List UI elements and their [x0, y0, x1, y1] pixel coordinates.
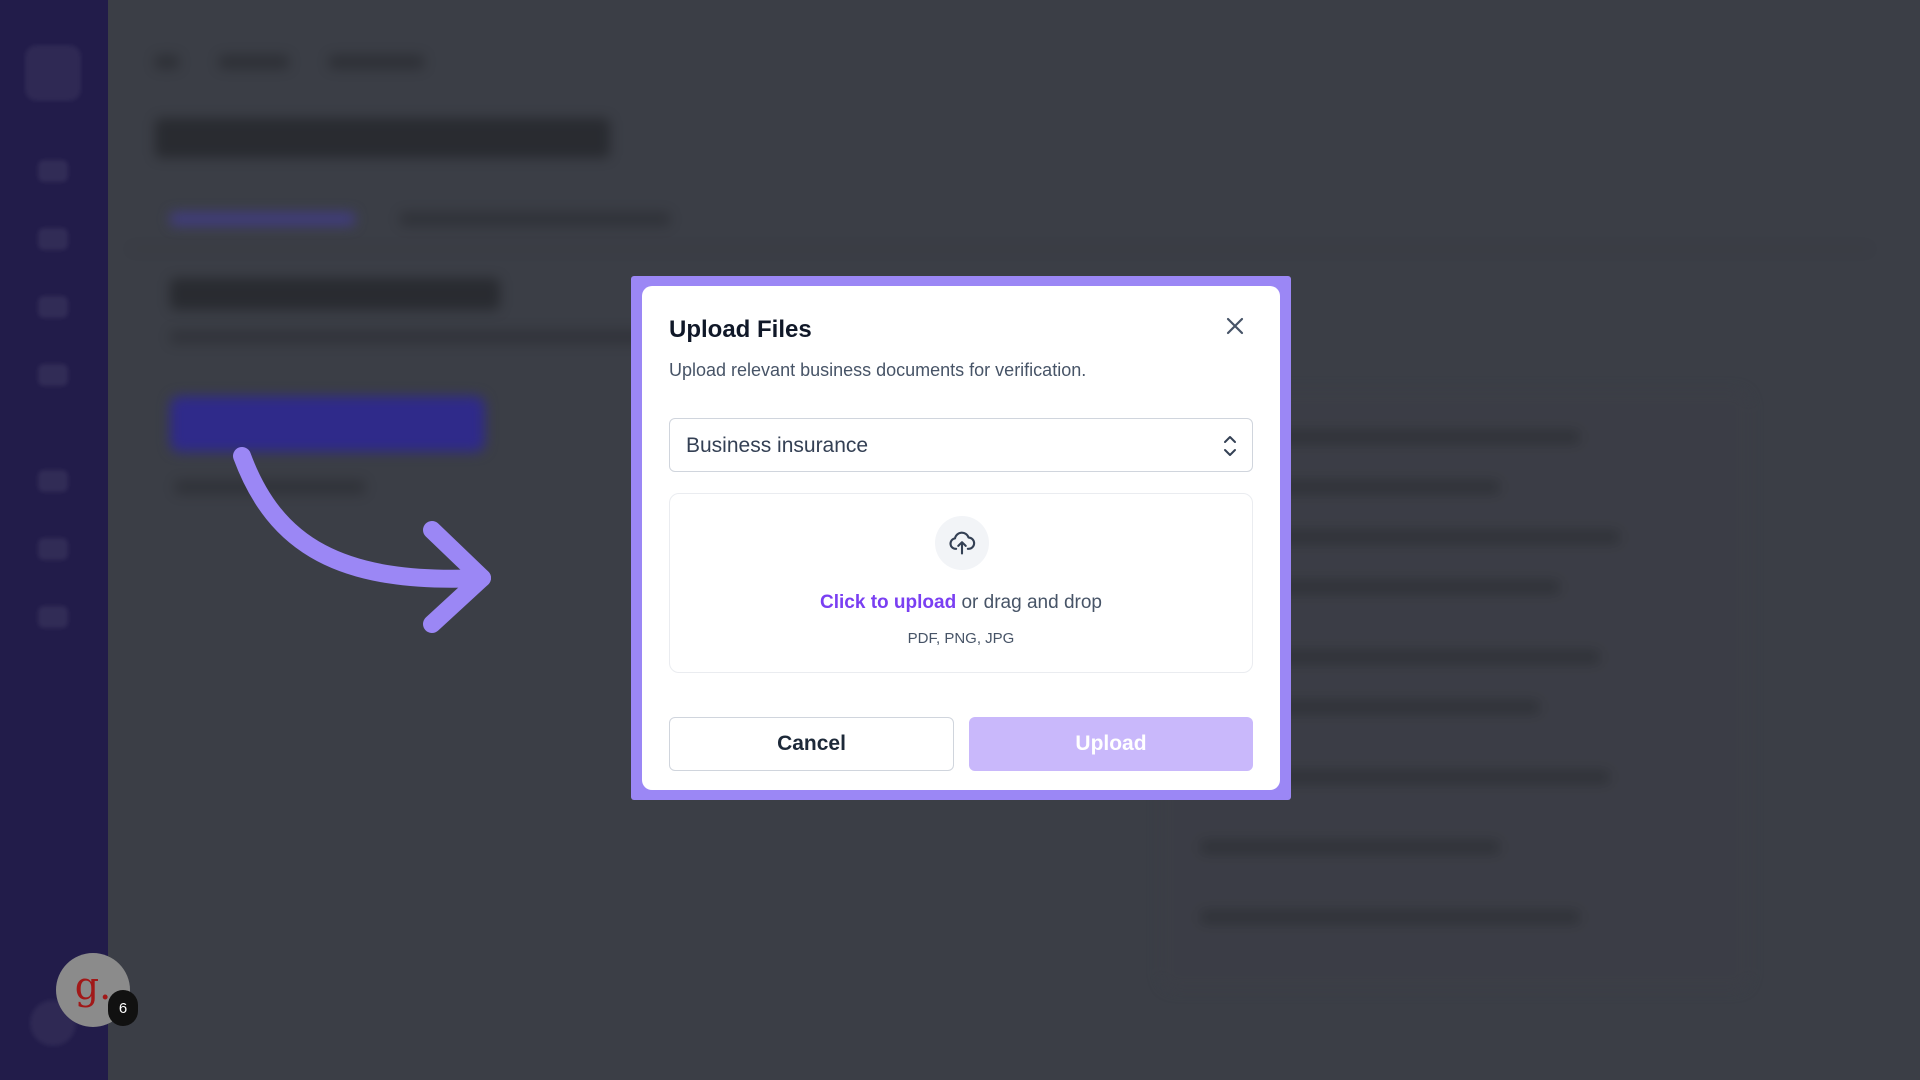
- breadcrumb: [155, 55, 475, 73]
- nav-icon: [38, 364, 68, 386]
- nav-icon: [38, 296, 68, 318]
- nav-icon: [38, 538, 68, 560]
- avatar-letter: g.: [74, 964, 112, 1008]
- dialog-description: Upload relevant business documents for v…: [669, 360, 1087, 380]
- upload-button[interactable]: Upload: [969, 717, 1253, 771]
- app-logo: [25, 45, 81, 101]
- dropzone-instruction: Click to upload or drag and drop: [670, 592, 1252, 614]
- nav-icon: [38, 228, 68, 250]
- file-dropzone[interactable]: Click to upload or drag and drop PDF, PN…: [669, 493, 1253, 673]
- page-title: [155, 118, 610, 158]
- accepted-file-types: PDF, PNG, JPG: [907, 630, 1015, 647]
- chevron-up-down-icon: [1224, 436, 1236, 456]
- page-tabs: [170, 212, 690, 228]
- close-icon: [1226, 317, 1244, 335]
- curved-arrow-icon: [233, 447, 491, 633]
- upload-files-dialog: Upload Files Upload relevant business do…: [642, 286, 1280, 790]
- close-button[interactable]: [1220, 311, 1250, 341]
- drag-and-drop-text: or drag and drop: [956, 592, 1102, 613]
- sidebar: [0, 0, 108, 1080]
- section-subtitle: [170, 330, 650, 344]
- nav-icon: [38, 160, 68, 182]
- dialog-title: Upload Files: [669, 316, 812, 343]
- nav-icon: [38, 606, 68, 628]
- tabs-divider: [130, 248, 1870, 250]
- cloud-upload-icon: [949, 531, 976, 555]
- click-to-upload-link[interactable]: Click to upload: [820, 592, 956, 613]
- section-title: [170, 278, 500, 310]
- nav-icon: [38, 470, 68, 492]
- document-type-select[interactable]: Business insurance: [669, 418, 1253, 472]
- document-type-value: Business insurance: [686, 434, 869, 457]
- cancel-button[interactable]: Cancel: [669, 717, 954, 771]
- upload-icon-wrapper: [935, 516, 989, 570]
- notification-badge: 6: [108, 990, 138, 1026]
